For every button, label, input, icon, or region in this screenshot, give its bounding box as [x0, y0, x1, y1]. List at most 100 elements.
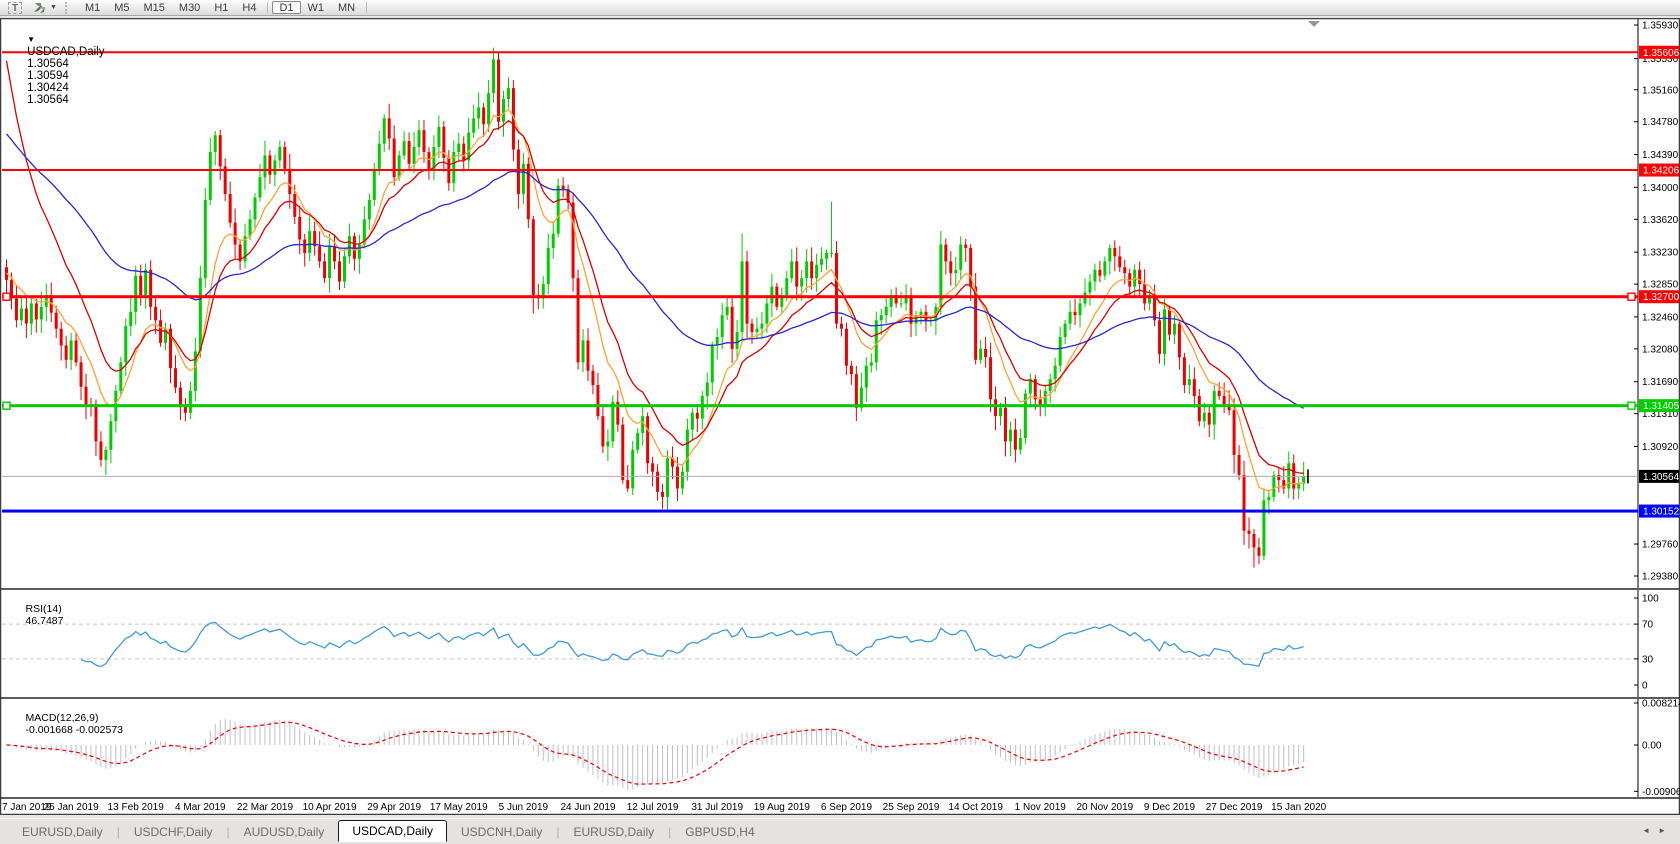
scroll-left-icon: ◄	[1642, 826, 1659, 835]
hline-1.34206[interactable]	[2, 169, 1638, 172]
macd-tick: -0.00906	[1642, 787, 1680, 798]
date-tick: 27 Dec 2019	[1206, 802, 1263, 813]
hline-1.327[interactable]	[2, 295, 1638, 299]
tab-eurusd-daily-2[interactable]: EURUSD,Daily	[559, 822, 668, 842]
price-tick: 1.34000	[1642, 183, 1679, 194]
date-tick: 10 Apr 2019	[303, 802, 357, 813]
date-tick: 25 Sep 2019	[883, 802, 940, 813]
date-tick: 5 Jun 2019	[499, 802, 549, 813]
date-tick: 29 Apr 2019	[367, 802, 421, 813]
tf-mn-button[interactable]: MN	[331, 1, 362, 14]
rsi-tick: 30	[1642, 654, 1654, 665]
text-tool-button[interactable]: T	[8, 1, 22, 14]
tf-h4-button[interactable]: H4	[235, 1, 263, 14]
price-badge-text: 1.31405	[1643, 401, 1680, 412]
macd-tick: 0.00	[1642, 741, 1662, 752]
mt4-application: T ▼ M1 M5 M15 M30 H1 H4 D1 W1 MN 1.35930…	[0, 0, 1680, 844]
date-tick: 24 Jun 2019	[560, 802, 615, 813]
macd-values: -0.001668 -0.002573	[25, 724, 124, 736]
date-tick: 25 Jan 2019	[44, 802, 99, 813]
hline-1.35606[interactable]	[2, 51, 1638, 54]
chart-window[interactable]: 1.35930 1.35530 1.35160 1.34780 1.34390 1.340…	[0, 17, 1680, 816]
pane-separator[interactable]	[0, 697, 1680, 699]
price-badge-text: 1.30564	[1643, 472, 1680, 483]
collapse-arrow-icon[interactable]: ▼	[27, 35, 35, 44]
tf-h1-button[interactable]: H1	[207, 1, 235, 14]
price-tick: 1.35160	[1642, 85, 1679, 96]
price-tick: 1.30920	[1642, 442, 1679, 453]
macd-tick: 0.008214	[1642, 699, 1680, 710]
rsi-tick: 0	[1642, 681, 1648, 692]
tf-m15-button[interactable]: M15	[137, 1, 172, 14]
price-tick: 1.32080	[1642, 344, 1679, 355]
scroll-right-icon: ►	[1658, 826, 1674, 835]
date-tick: 13 Feb 2019	[108, 802, 165, 813]
rsi-indicator-label: RSI(14) 46.7487	[8, 591, 64, 639]
date-tick: 12 Jul 2019	[627, 802, 679, 813]
ohlc-close: 1.30564	[27, 94, 69, 106]
ohlc-high: 1.30594	[27, 70, 69, 82]
tf-d1-button[interactable]: D1	[272, 1, 301, 14]
arrange-charts-button[interactable]: ▼	[32, 2, 57, 14]
hline-1.30152[interactable]	[2, 509, 1638, 513]
tab-usdcad-daily[interactable]: USDCAD,Daily	[338, 820, 447, 842]
tf-w1-button[interactable]: W1	[301, 1, 332, 14]
price-tick: 1.31690	[1642, 377, 1679, 388]
tf-m1-button[interactable]: M1	[78, 1, 107, 14]
price-tick: 1.33230	[1642, 248, 1679, 259]
price-badge-text: 1.34206	[1643, 166, 1680, 177]
timeframe-toolbar: T ▼ M1 M5 M15 M30 H1 H4 D1 W1 MN	[0, 0, 1680, 16]
toolbar-grip[interactable]	[64, 1, 70, 14]
date-tick: 15 Jan 2020	[1271, 802, 1326, 813]
date-tick: 19 Aug 2019	[754, 802, 811, 813]
price-tick: 1.29760	[1642, 540, 1679, 551]
price-tick: 1.33620	[1642, 215, 1679, 226]
date-tick: 1 Nov 2019	[1015, 802, 1067, 813]
line-handle[interactable]	[1627, 401, 1636, 410]
price-tick: 1.35930	[1642, 21, 1679, 32]
macd-name: MACD(12,26,9)	[25, 712, 99, 724]
price-tick: 1.32850	[1642, 280, 1679, 291]
toolbar-separator	[366, 2, 368, 13]
ohlc-open: 1.30564	[27, 58, 69, 70]
price-badge-text: 1.32700	[1643, 292, 1680, 303]
price-tick: 1.34780	[1642, 117, 1679, 128]
chart-title: ▼ USDCAD,Daily 1.30564 1.30594 1.30424 1…	[8, 22, 105, 118]
macd-indicator-label: MACD(12,26,9) -0.001668 -0.002573	[8, 700, 124, 748]
price-badge-text: 1.30152	[1643, 507, 1680, 518]
price-tick: 1.34390	[1642, 150, 1679, 161]
date-tick: 20 Nov 2019	[1077, 802, 1134, 813]
pane-separator[interactable]	[0, 588, 1680, 590]
rsi-name: RSI(14)	[25, 603, 62, 615]
date-tick: 22 Mar 2019	[237, 802, 294, 813]
date-tick: 17 May 2019	[430, 802, 488, 813]
date-tick: 9 Dec 2019	[1144, 802, 1196, 813]
tf-m5-button[interactable]: M5	[107, 1, 136, 14]
date-tick: 14 Oct 2019	[948, 802, 1003, 813]
tab-usdchf-daily[interactable]: USDCHF,Daily	[120, 822, 227, 842]
rsi-tick: 70	[1642, 620, 1654, 631]
symbol-title: USDCAD,Daily	[27, 46, 105, 58]
tab-audusd-daily[interactable]: AUDUSD,Daily	[230, 822, 339, 842]
chart-tab-bar: EURUSD,Daily | USDCHF,Daily | AUDUSD,Dai…	[0, 818, 1680, 844]
date-tick: 31 Jul 2019	[691, 802, 743, 813]
price-tick: 1.29380	[1642, 572, 1679, 583]
date-axis-border[interactable]	[0, 797, 1680, 799]
tab-eurusd-daily-1[interactable]: EURUSD,Daily	[8, 822, 117, 842]
line-handle[interactable]	[2, 292, 11, 301]
rsi-value: 46.7487	[25, 615, 64, 627]
price-badge-text: 1.35606	[1643, 48, 1680, 59]
ohlc-low: 1.30424	[27, 82, 69, 94]
tf-m30-button[interactable]: M30	[172, 1, 207, 14]
tab-scroll-arrows[interactable]: ◄►	[1642, 826, 1674, 835]
arrange-charts-icon	[34, 2, 45, 13]
tab-gbpusd-h4[interactable]: GBPUSD,H4	[671, 822, 768, 842]
price-chart-canvas[interactable]: 1.359301.355301.351601.347801.343901.340…	[0, 17, 1680, 816]
toolbar-separator	[267, 2, 269, 13]
hline-1.31405[interactable]	[2, 404, 1638, 408]
line-handle[interactable]	[1627, 292, 1636, 301]
line-handle[interactable]	[2, 401, 11, 410]
price-tick: 1.32460	[1642, 312, 1679, 323]
tab-usdcnh-daily[interactable]: USDCNH,Daily	[447, 822, 556, 842]
last-bar-marker	[1307, 469, 1309, 484]
